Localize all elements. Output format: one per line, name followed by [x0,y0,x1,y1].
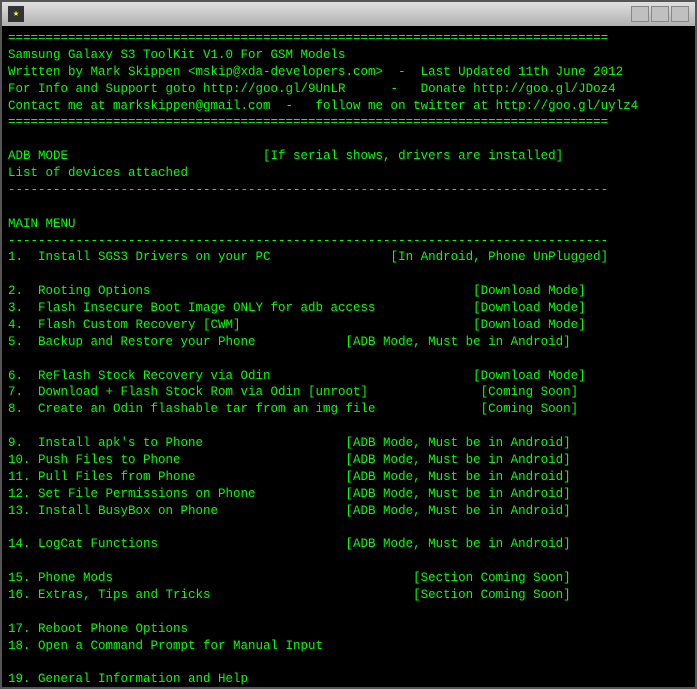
maximize-button[interactable] [651,6,669,22]
minimize-button[interactable] [631,6,649,22]
app-icon: ★ [8,6,24,22]
terminal-output: ========================================… [2,26,695,687]
window-controls [631,6,689,22]
close-button[interactable] [671,6,689,22]
title-bar: ★ [2,2,695,26]
main-window: ★ ======================================… [0,0,697,689]
